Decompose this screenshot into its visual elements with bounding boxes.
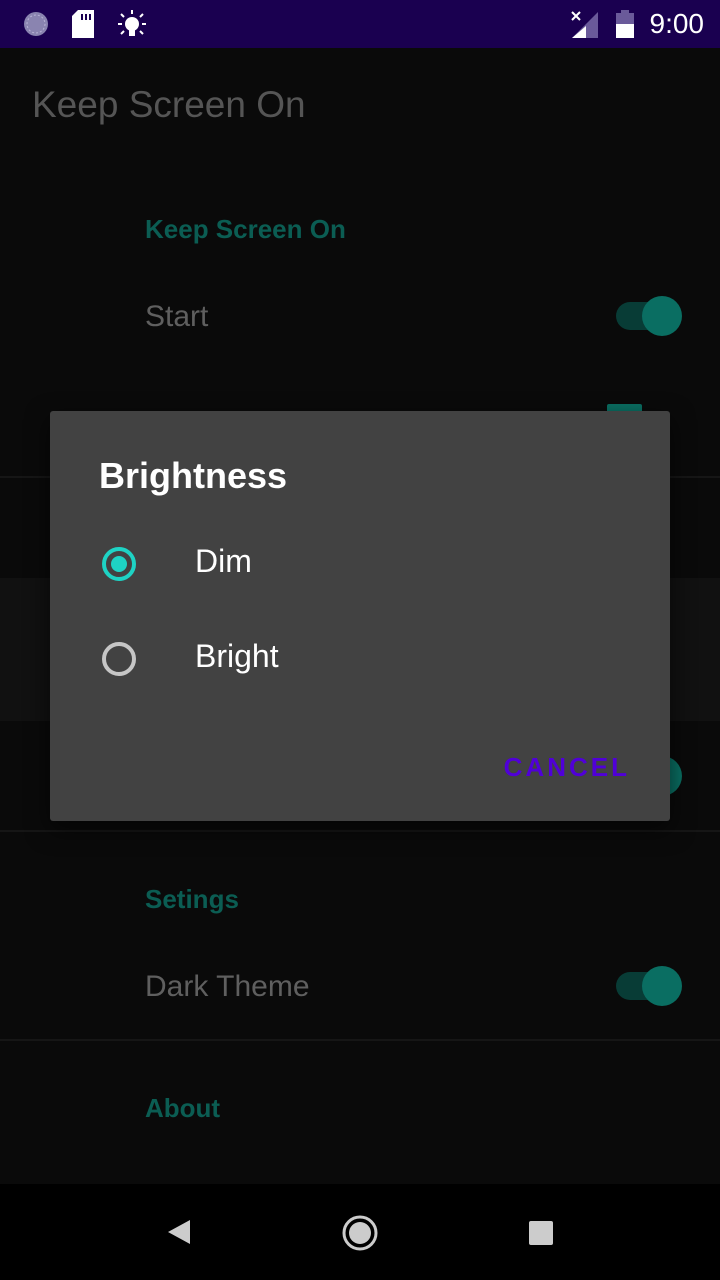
home-icon[interactable] xyxy=(341,1214,379,1252)
app-bar: Keep Screen On xyxy=(0,48,720,160)
dark-theme-label[interactable]: Dark Theme xyxy=(145,970,310,1004)
option-label: Dim xyxy=(195,543,252,579)
category-keep-screen-on: Keep Screen On xyxy=(145,214,346,244)
option-bright[interactable]: Bright xyxy=(50,614,670,710)
clock: 9:00 xyxy=(649,8,705,39)
category-settings: Setings xyxy=(145,884,239,914)
option-label: Bright xyxy=(195,638,279,674)
back-icon[interactable] xyxy=(166,1218,192,1246)
navigation-bar xyxy=(0,1184,720,1280)
status-bar: 9:00 xyxy=(0,0,720,48)
dark-theme-toggle[interactable] xyxy=(616,966,682,1006)
start-label[interactable]: Start xyxy=(145,300,208,334)
recents-icon[interactable] xyxy=(528,1220,554,1246)
brightness-dialog: Brightness Dim Bright CANCEL xyxy=(50,411,670,821)
battery-icon xyxy=(616,10,634,38)
app-title: Keep Screen On xyxy=(32,84,306,125)
sync-icon xyxy=(24,12,48,36)
option-dim[interactable]: Dim xyxy=(50,519,670,615)
cancel-button[interactable]: CANCEL xyxy=(504,752,630,783)
divider xyxy=(0,1039,720,1041)
start-toggle[interactable] xyxy=(616,296,682,336)
divider xyxy=(0,830,720,832)
sd-card-icon xyxy=(72,10,94,38)
brightness-icon xyxy=(118,10,146,36)
no-signal-icon xyxy=(571,11,598,38)
radio-selected[interactable] xyxy=(102,547,136,581)
dialog-title: Brightness xyxy=(99,455,288,496)
radio-unselected[interactable] xyxy=(102,642,136,676)
category-about: About xyxy=(145,1093,221,1123)
